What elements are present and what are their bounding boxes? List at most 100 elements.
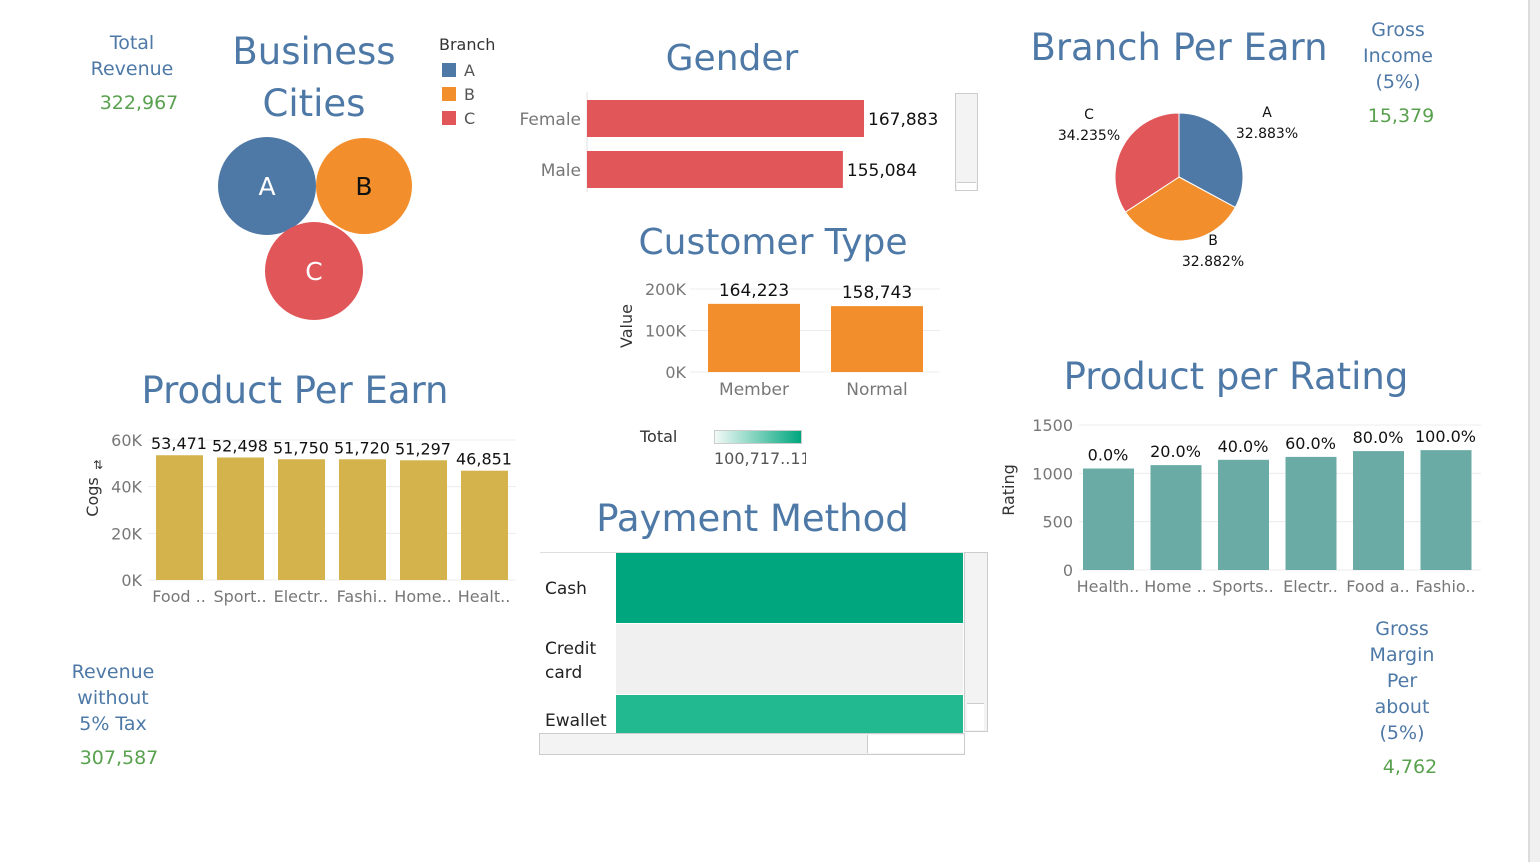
tick-label: 0: [1063, 561, 1073, 580]
data-label: 40.0%: [1218, 437, 1269, 456]
tick-label: 20K: [111, 524, 142, 543]
axis-label: Rating: [999, 464, 1018, 516]
slice-pct-label: 32.883%: [1236, 126, 1298, 142]
row-label: Cash: [545, 579, 587, 599]
kpi-value: 15,379: [1367, 105, 1435, 127]
legend-swatch: [442, 111, 456, 125]
bubble-a[interactable]: A: [218, 137, 316, 235]
kpi-label: Revenue: [71, 661, 155, 683]
legend-label: C: [464, 108, 476, 128]
tick-label: 200K: [645, 280, 687, 299]
bar[interactable]: [1083, 468, 1134, 571]
bar[interactable]: [1420, 450, 1472, 570]
heatmap-row-ewallet[interactable]: Ewallet: [540, 695, 963, 733]
kpi-total-revenue: Total Revenue 322,967: [62, 30, 202, 114]
payment-method-heatmap: Cash Credit card Ewallet: [540, 552, 963, 733]
tick-label: 0K: [665, 363, 686, 382]
legend-item-b[interactable]: B: [439, 82, 495, 106]
scrollbar-thumb[interactable]: [957, 182, 976, 190]
product-rating-title: Product per Rating: [1063, 355, 1409, 398]
heatmap-cell[interactable]: [616, 553, 963, 623]
kpi-label: Gross: [1371, 19, 1425, 41]
data-label: 100.0%: [1415, 427, 1476, 446]
gender-chart: Female 167,883 Male 155,084: [520, 92, 938, 192]
payment-vertical-scrollbar[interactable]: [964, 552, 988, 732]
kpi-revenue-without-tax: Revenue without 5% Tax 307,587: [48, 659, 178, 769]
total-legend: Total: [640, 427, 677, 446]
bubble-label: A: [258, 172, 275, 201]
scrollbar-thumb[interactable]: [867, 735, 964, 753]
legend-item-c[interactable]: C: [439, 106, 495, 130]
bar[interactable]: [278, 459, 325, 580]
legend-swatch: [442, 63, 456, 77]
kpi-label: 5% Tax: [79, 713, 147, 735]
bar[interactable]: [339, 459, 386, 580]
payment-horizontal-scrollbar[interactable]: [539, 733, 965, 755]
heatmap-cell[interactable]: [616, 624, 963, 694]
product-earn-chart: 0K 20K 40K 60K Cogs ⇅ 53,471 Food .. 52,498 Sport…: [83, 431, 516, 606]
bar[interactable]: [831, 306, 923, 372]
kpi-label: about: [1374, 696, 1430, 718]
bar[interactable]: [461, 470, 508, 580]
tick-label: 500: [1042, 513, 1073, 532]
business-cities-bubbles: A B C: [218, 137, 412, 320]
bar[interactable]: [587, 151, 843, 188]
product-rating-chart: 0 500 1000 1500 Rating 0.0% Health.. 20.0% Home …: [999, 416, 1481, 596]
bar[interactable]: [708, 303, 800, 372]
bar[interactable]: [156, 455, 203, 580]
branch-earn-pie: A 32.883% B 32.882% C 34.235%: [1058, 105, 1298, 270]
kpi-label: (5%): [1375, 71, 1421, 93]
scrollbar-thumb[interactable]: [967, 703, 984, 730]
bar[interactable]: [587, 100, 865, 137]
row-label: Credit card: [545, 637, 615, 685]
slice-label: C: [1084, 107, 1094, 123]
bubble-label: B: [355, 172, 372, 201]
category-label: Normal: [846, 380, 908, 400]
category-label: Male: [541, 161, 581, 181]
row-label: Ewallet: [545, 711, 607, 731]
tick-label: 60K: [111, 431, 142, 450]
tick-label: 1000: [1032, 464, 1073, 483]
bubble-c[interactable]: C: [265, 222, 363, 320]
legend-label: A: [464, 60, 475, 80]
heatmap-row-credit-card[interactable]: Credit card: [540, 624, 963, 694]
bubble-label: C: [305, 257, 322, 286]
bar[interactable]: [1285, 456, 1337, 570]
gender-scrollbar[interactable]: [955, 93, 978, 191]
kpi-label: (5%): [1379, 722, 1425, 744]
data-label: 51,720: [334, 438, 390, 457]
slice-pct-label: 34.235%: [1058, 128, 1120, 144]
category-label: Food ..: [152, 587, 206, 606]
bubble-b[interactable]: B: [316, 138, 412, 234]
legend-title: Branch: [439, 35, 496, 54]
page-scrollbar[interactable]: [1528, 0, 1540, 862]
heatmap-row-cash[interactable]: Cash: [540, 553, 963, 623]
total-legend-gradient[interactable]: [714, 430, 802, 444]
legend-item-a[interactable]: A: [439, 58, 495, 82]
bar[interactable]: [1150, 465, 1202, 570]
bar[interactable]: [217, 457, 264, 580]
category-label: Electr..: [274, 587, 329, 606]
data-label: 80.0%: [1353, 428, 1404, 447]
data-label: 155,084: [847, 161, 917, 181]
payment-method-title: Payment Method: [596, 497, 909, 540]
data-label: 51,297: [395, 439, 451, 458]
category-label: Sports..: [1212, 577, 1273, 596]
branch-legend[interactable]: Branch A B C: [439, 35, 495, 130]
kpi-value: 307,587: [79, 747, 159, 769]
data-label: 158,743: [842, 283, 912, 303]
tick-label: 100K: [645, 322, 687, 341]
legend-swatch: [442, 87, 456, 101]
bar[interactable]: [1353, 451, 1404, 570]
bar[interactable]: [1218, 459, 1269, 570]
category-label: Food a..: [1346, 577, 1409, 596]
row-label-text: Credit card: [545, 639, 597, 683]
kpi-label: Gross: [1375, 618, 1429, 640]
customer-type-title: Customer Type: [638, 222, 908, 263]
category-label: Fashio..: [1415, 577, 1475, 596]
heatmap-cell[interactable]: [616, 695, 963, 733]
category-label: Home ..: [1144, 577, 1207, 596]
product-earn-title: Product Per Earn: [141, 369, 449, 412]
bar[interactable]: [400, 460, 447, 580]
kpi-label: Margin: [1369, 644, 1435, 666]
